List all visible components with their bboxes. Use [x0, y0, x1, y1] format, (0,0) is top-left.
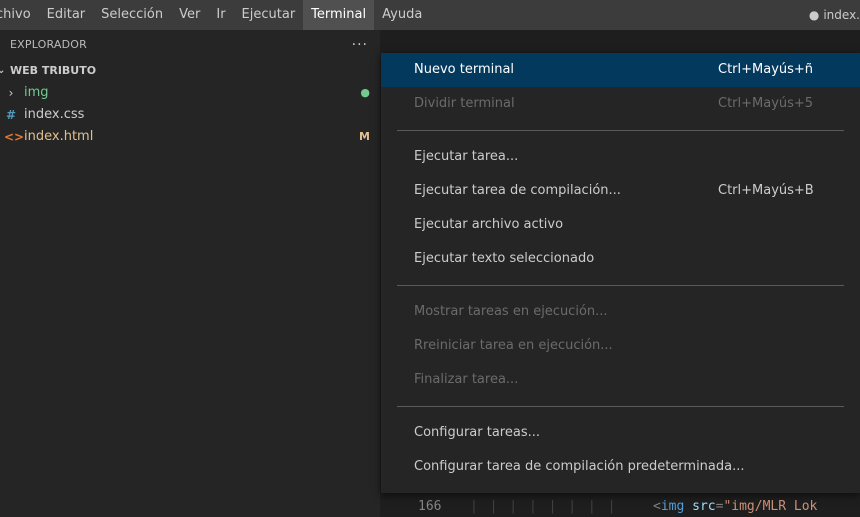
- tree-item-img[interactable]: › img ●: [0, 82, 380, 104]
- terminal-menu-dropdown: Nuevo terminal Ctrl+Mayús+ñ Dividir term…: [381, 53, 860, 493]
- menu-item-label: Dividir terminal: [414, 96, 515, 111]
- menu-item-label: Mostrar tareas en ejecución...: [414, 304, 608, 319]
- line-number: 166: [418, 499, 442, 514]
- code-attr-value: "img/MLR Lok: [723, 499, 818, 514]
- menu-archivo[interactable]: chivo: [0, 0, 39, 30]
- explorer-header: EXPLORADOR ···: [0, 30, 380, 60]
- menu-item-nuevo-terminal[interactable]: Nuevo terminal Ctrl+Mayús+ñ: [381, 53, 860, 87]
- window-title: ● index.: [809, 0, 860, 30]
- more-actions-icon[interactable]: ···: [352, 30, 368, 60]
- tree-item-label: img: [24, 85, 49, 100]
- chevron-down-icon: ⌄: [0, 65, 6, 76]
- indent-guides: | | | | | | | |: [470, 499, 618, 514]
- code-tag-name: img: [660, 499, 685, 514]
- explorer-title: EXPLORADOR: [10, 38, 88, 51]
- menu-ir[interactable]: Ir: [208, 0, 233, 30]
- menu-seleccion[interactable]: Selección: [93, 0, 171, 30]
- folder-name: WEB TRIBUTO: [10, 64, 97, 77]
- window-title-text: index.: [823, 8, 860, 22]
- menu-ejecutar[interactable]: Ejecutar: [234, 0, 304, 30]
- editor-code-line[interactable]: 166 | | | | | | | | <img src="img/MLR Lo…: [380, 496, 860, 517]
- menu-item-configurar-tareas[interactable]: Configurar tareas...: [381, 416, 860, 450]
- git-status-dot: ●: [360, 86, 370, 99]
- menu-item-dividir-terminal[interactable]: Dividir terminal Ctrl+Mayús+5: [381, 87, 860, 121]
- menu-item-finalizar-tarea[interactable]: Finalizar tarea...: [381, 363, 860, 397]
- menu-bar: chivo Editar Selección Ver Ir Ejecutar T…: [0, 0, 860, 30]
- menu-item-label: Configurar tareas...: [414, 425, 540, 440]
- menu-item-label: Nuevo terminal: [414, 62, 515, 77]
- menu-separator: [397, 130, 844, 131]
- menu-item-label: Finalizar tarea...: [414, 372, 519, 387]
- tree-item-label: index.html: [24, 129, 94, 144]
- menu-item-ejecutar-texto-seleccionado[interactable]: Ejecutar texto seleccionado: [381, 242, 860, 276]
- menu-ver[interactable]: Ver: [171, 0, 208, 30]
- menu-ayuda[interactable]: Ayuda: [374, 0, 430, 30]
- folder-web-tributo[interactable]: ⌄ WEB TRIBUTO: [0, 60, 380, 82]
- menu-item-ejecutar-archivo-activo[interactable]: Ejecutar archivo activo: [381, 208, 860, 242]
- menu-separator: [397, 406, 844, 407]
- menu-item-shortcut: Ctrl+Mayús+B: [718, 183, 814, 198]
- menu-terminal[interactable]: Terminal: [303, 0, 375, 30]
- menu-item-reiniciar-tarea[interactable]: Rreiniciar tarea en ejecución...: [381, 329, 860, 363]
- tree-item-index-css[interactable]: # index.css: [0, 104, 380, 126]
- unsaved-dot-icon: ●: [808, 8, 820, 22]
- menu-item-ejecutar-tarea[interactable]: Ejecutar tarea...: [381, 140, 860, 174]
- menu-item-label: Ejecutar texto seleccionado: [414, 251, 595, 266]
- code-tag-open: <: [653, 499, 661, 514]
- menu-item-shortcut: Ctrl+Mayús+ñ: [718, 62, 814, 77]
- html-file-icon: <>: [4, 130, 25, 144]
- css-file-icon: #: [5, 108, 17, 122]
- menu-item-label: Rreiniciar tarea en ejecución...: [414, 338, 613, 353]
- menu-item-label: Configurar tarea de compilación predeter…: [414, 459, 745, 474]
- menu-item-label: Ejecutar tarea de compilación...: [414, 183, 621, 198]
- chevron-right-icon: ›: [8, 86, 14, 100]
- menu-item-ejecutar-tarea-compilacion[interactable]: Ejecutar tarea de compilación... Ctrl+Ma…: [381, 174, 860, 208]
- menu-separator: [397, 285, 844, 286]
- tree-item-label: index.css: [24, 107, 85, 122]
- menu-item-mostrar-tareas[interactable]: Mostrar tareas en ejecución...: [381, 295, 860, 329]
- menu-item-label: Ejecutar tarea...: [414, 149, 519, 164]
- code-text: <img src="img/MLR Lok: [653, 496, 817, 517]
- menu-editar[interactable]: Editar: [39, 0, 94, 30]
- code-attr-name: src: [692, 499, 716, 514]
- menu-item-label: Ejecutar archivo activo: [414, 217, 564, 232]
- tree-item-index-html[interactable]: <> index.html M: [0, 126, 380, 148]
- git-status-modified: M: [359, 130, 370, 143]
- menu-item-shortcut: Ctrl+Mayús+5: [718, 96, 814, 111]
- explorer-sidebar: EXPLORADOR ··· ⌄ WEB TRIBUTO › img ● # i…: [0, 30, 380, 517]
- menu-item-configurar-tarea-compilacion[interactable]: Configurar tarea de compilación predeter…: [381, 450, 860, 484]
